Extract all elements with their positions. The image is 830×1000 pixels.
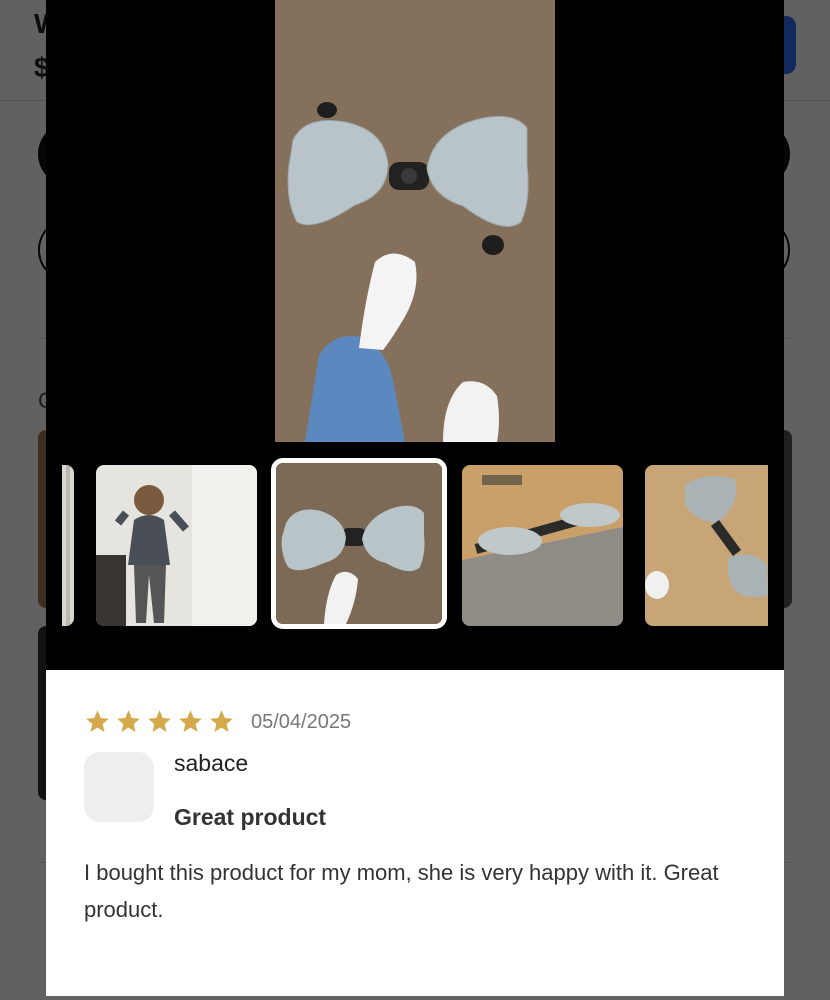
review-details: 05/04/2025 sabace Great product I bought… [46, 670, 784, 996]
thumbnail-woman-exercising[interactable] [96, 465, 257, 626]
media-viewer [46, 0, 784, 670]
star-icon [179, 710, 202, 732]
review-body: I bought this product for my mom, she is… [84, 860, 719, 922]
main-photo[interactable] [275, 0, 555, 442]
thumbnail-stepper-side-view[interactable] [462, 465, 623, 626]
thumbnail-image [276, 463, 442, 624]
review-title: Great product [174, 804, 327, 830]
thumbnail-image [462, 465, 623, 626]
star-icon [210, 710, 233, 732]
thumbnail-image [96, 465, 257, 626]
review-media-modal: 05/04/2025 sabace Great product I bought… [46, 0, 784, 996]
thumbnail-image [62, 465, 74, 626]
star-rating [84, 708, 235, 735]
thumbnail-stepper-top-view[interactable] [645, 465, 768, 626]
thumbnail-image [645, 465, 768, 626]
star-icon [148, 710, 171, 732]
thumbnail-stepper-on-carpet[interactable] [271, 458, 447, 629]
avatar [84, 752, 154, 822]
star-icon [86, 710, 109, 732]
thumbnail-partial-previous[interactable] [62, 465, 74, 626]
review-date: 05/04/2025 [251, 711, 352, 733]
star-icon [117, 710, 140, 732]
stepper-photo [275, 0, 555, 442]
thumbnail-strip [46, 458, 784, 632]
review-author: sabace [174, 750, 249, 776]
